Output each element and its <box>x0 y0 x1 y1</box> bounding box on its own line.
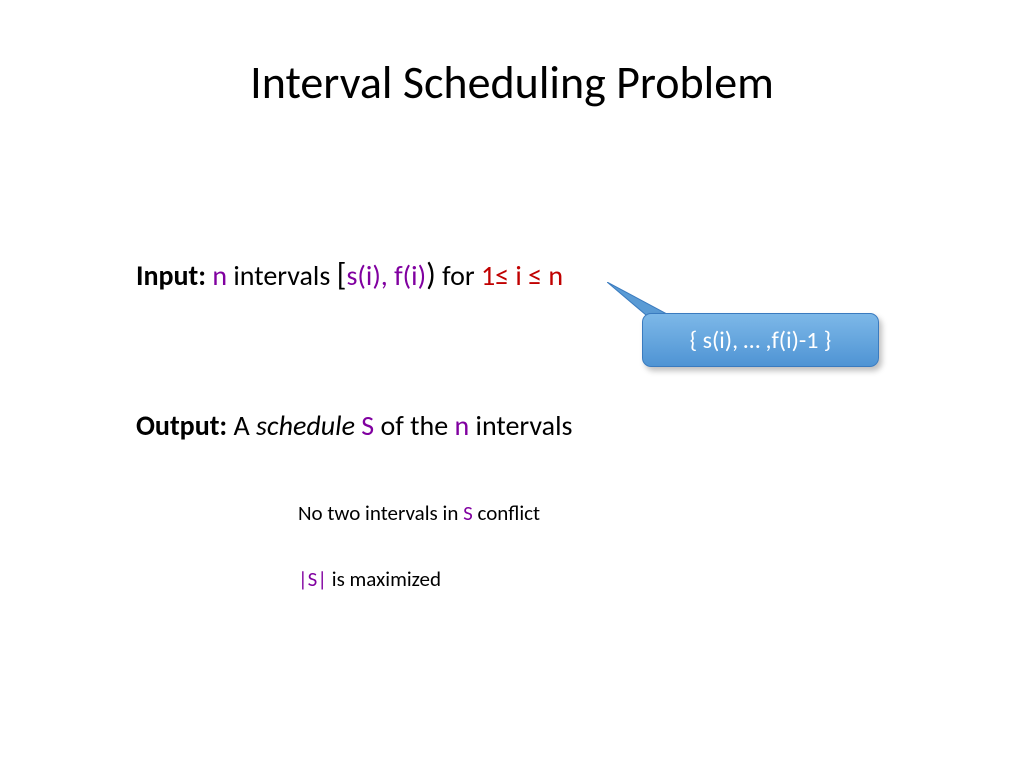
slide-title: Interval Scheduling Problem <box>0 55 1024 111</box>
output-label: Output: <box>136 408 227 443</box>
callout-text: { s(i), … ,f(i)-1 } <box>690 326 832 355</box>
constraint-maximized: |S| is maximized <box>298 566 441 592</box>
constraint-no-conflict: No two intervals in S conflict <box>298 500 540 526</box>
callout-bubble: { s(i), … ,f(i)-1 } <box>642 313 879 367</box>
input-line: Input: n intervals [s(i), f(i)) for 1≤ i… <box>136 255 563 294</box>
input-text: n intervals [s(i), f(i)) for 1≤ i ≤ n <box>212 258 563 293</box>
output-line: Output: A schedule S of the n intervals <box>136 408 572 443</box>
slide: Interval Scheduling Problem Input: n int… <box>0 0 1024 768</box>
input-label: Input: <box>136 258 206 293</box>
